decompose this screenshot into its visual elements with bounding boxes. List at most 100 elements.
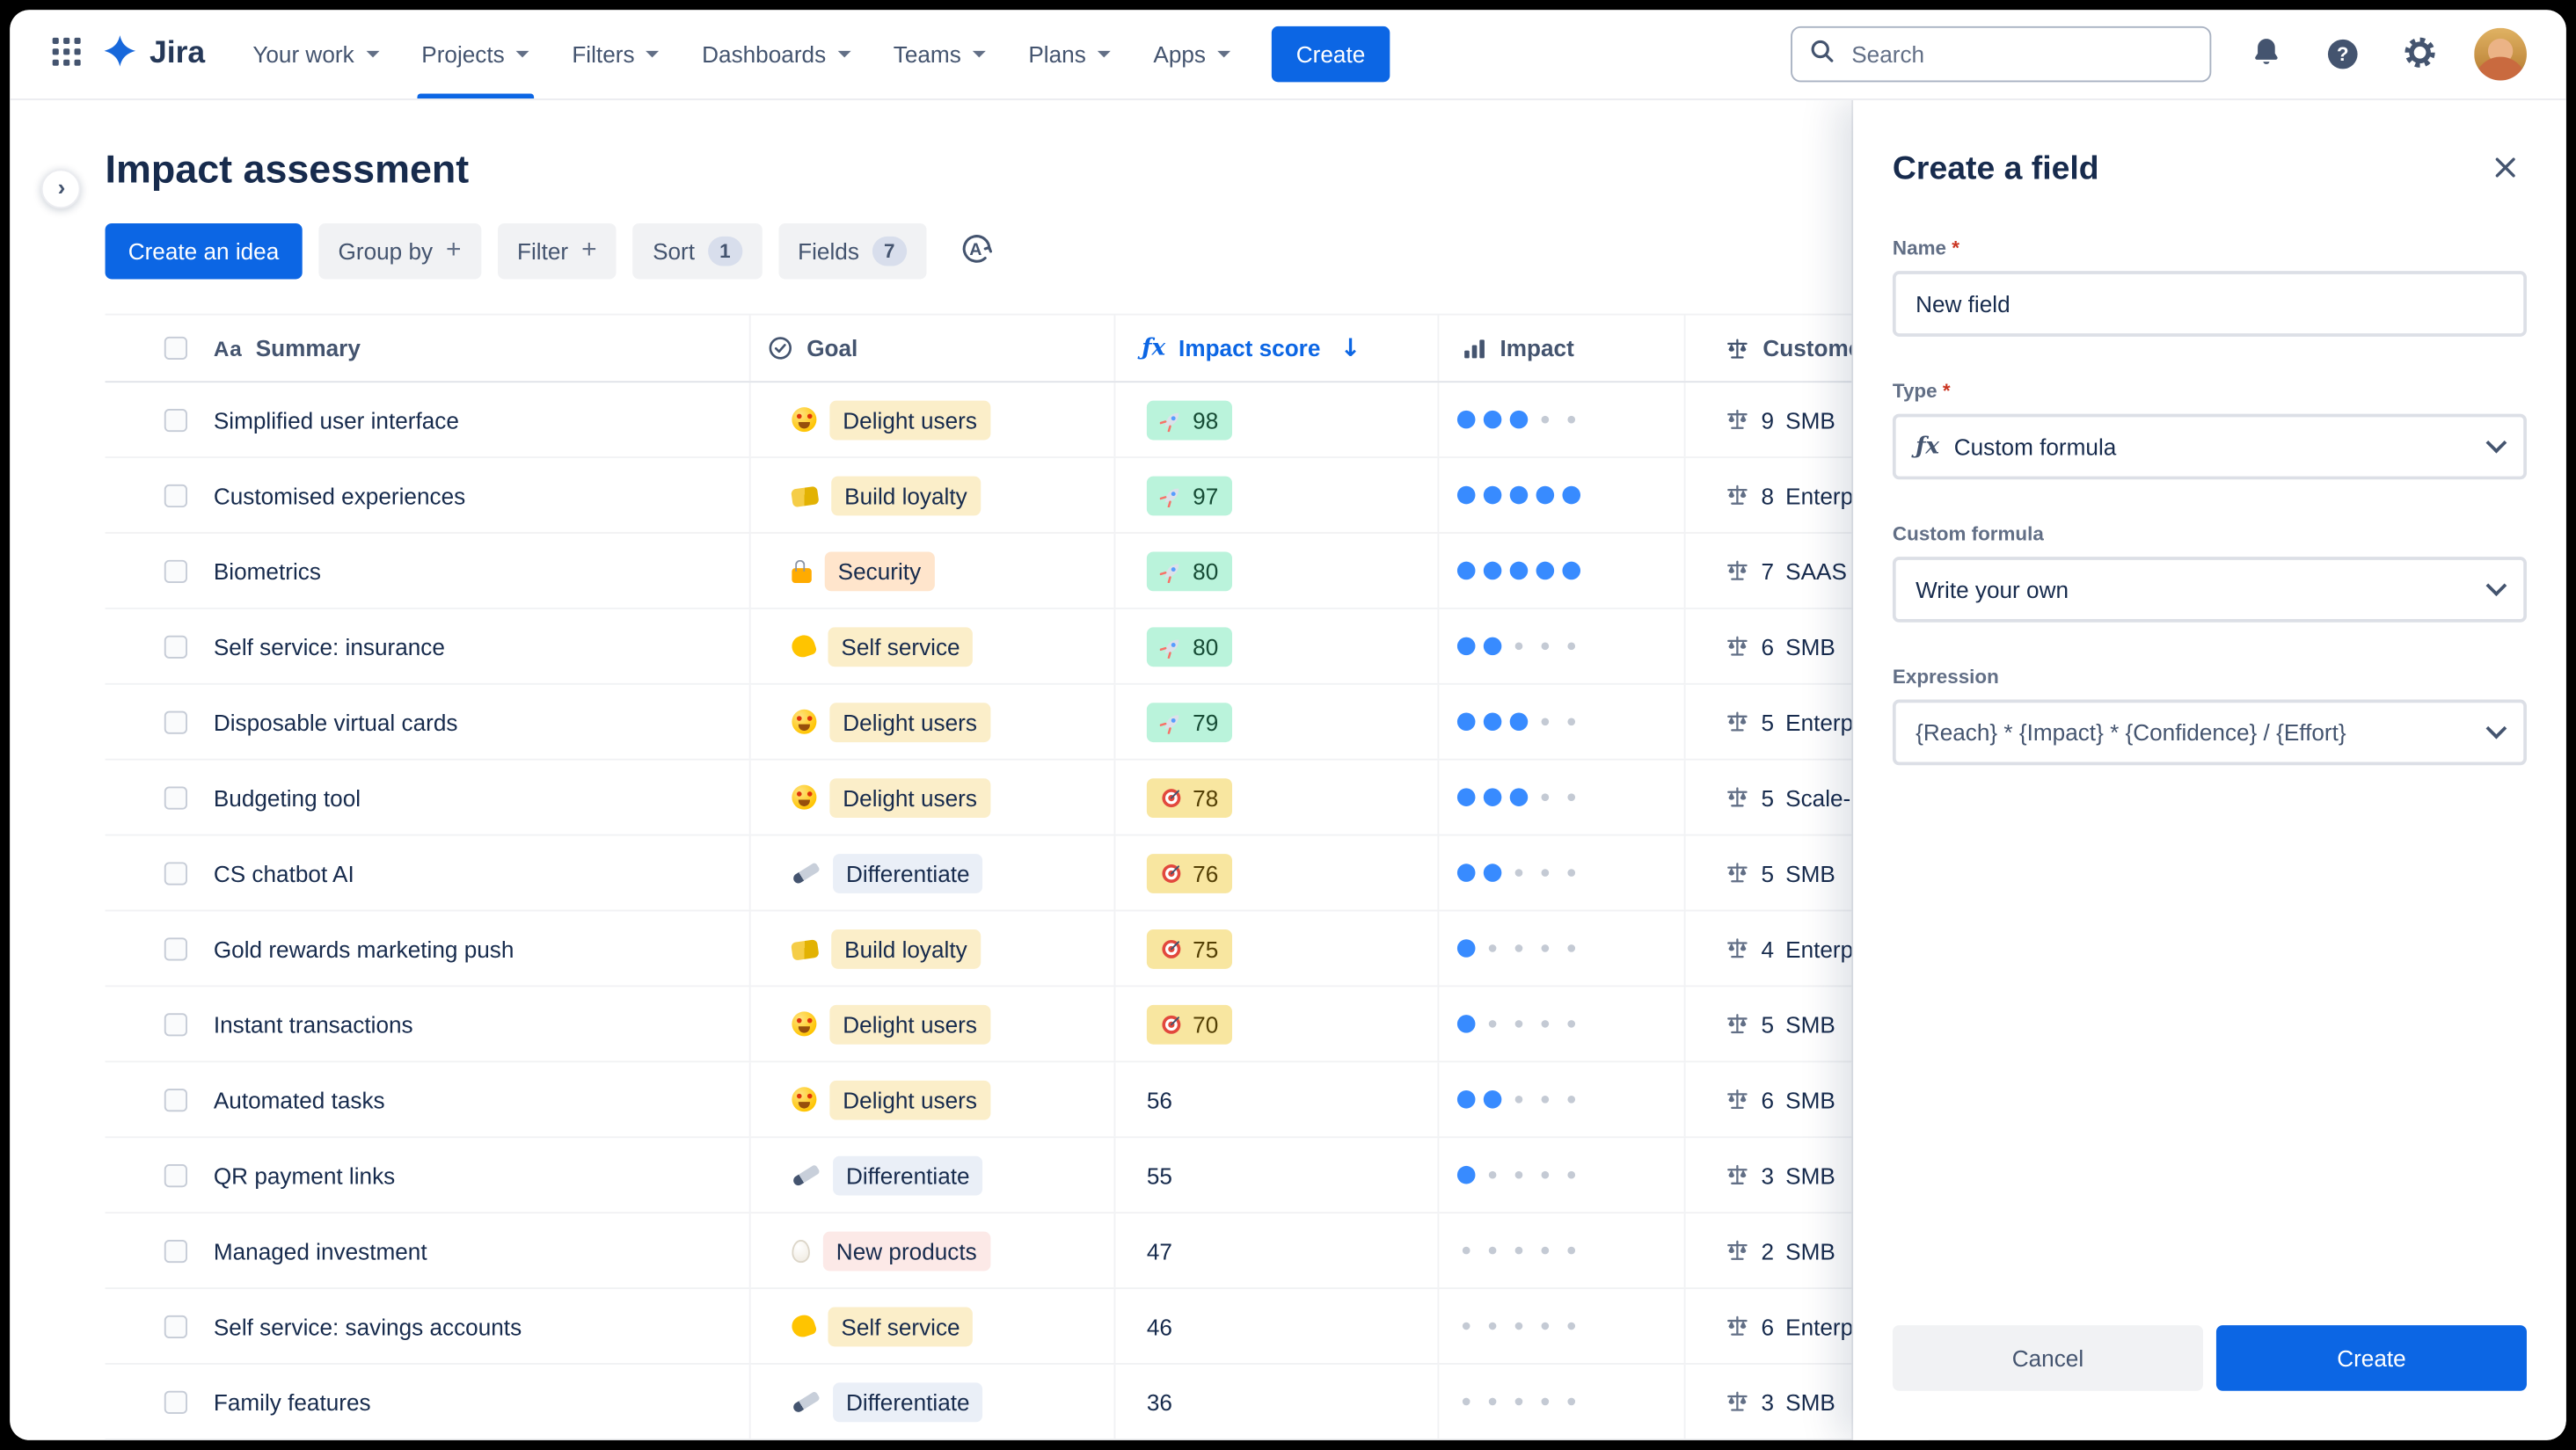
summary-cell[interactable]: Disposable virtual cards — [204, 685, 749, 759]
nav-item-projects[interactable]: Projects — [400, 10, 551, 99]
goal-cell[interactable]: New products — [748, 1213, 1114, 1288]
close-panel-button[interactable] — [2484, 146, 2527, 193]
impact-cell[interactable] — [1437, 760, 1684, 834]
row-checkbox[interactable] — [164, 710, 187, 733]
row-checkbox[interactable] — [164, 1239, 187, 1263]
impact-cell[interactable] — [1437, 608, 1684, 683]
goal-cell[interactable]: Delight users — [748, 684, 1114, 759]
goal-cell[interactable]: Differentiate — [748, 1138, 1114, 1213]
impact-cell[interactable] — [1437, 1062, 1684, 1137]
app-switcher-button[interactable] — [43, 31, 89, 77]
name-field-input[interactable] — [1892, 271, 2527, 337]
summary-cell[interactable]: QR payment links — [204, 1138, 749, 1212]
jira-logo[interactable]: Jira — [102, 32, 205, 76]
impact-score-cell[interactable]: 75 — [1113, 911, 1438, 986]
impact-cell[interactable] — [1437, 533, 1684, 608]
table-row[interactable]: Self service: insurance Self service 80 6 SM… — [105, 608, 1930, 685]
row-checkbox[interactable] — [164, 408, 187, 432]
impact-cell[interactable] — [1437, 684, 1684, 759]
select-all-checkbox[interactable] — [164, 336, 187, 360]
row-checkbox[interactable] — [164, 634, 187, 658]
impact-score-cell[interactable]: 80 — [1113, 533, 1438, 608]
summary-cell[interactable]: Instant transactions — [204, 987, 749, 1060]
table-row[interactable]: Biometrics Security 80 7 SAAS — [105, 533, 1930, 609]
goal-cell[interactable]: Build loyalty — [748, 911, 1114, 986]
row-checkbox[interactable] — [164, 1314, 187, 1338]
goal-cell[interactable]: Delight users — [748, 383, 1114, 457]
table-row[interactable]: Managed investment New products 47 2 SMB — [105, 1213, 1930, 1289]
global-create-button[interactable]: Create — [1271, 26, 1390, 83]
nav-item-teams[interactable]: Teams — [872, 10, 1007, 98]
row-checkbox[interactable] — [164, 483, 187, 507]
summary-cell[interactable]: Self service: savings accounts — [204, 1289, 749, 1363]
nav-item-filters[interactable]: Filters — [551, 10, 681, 98]
table-row[interactable]: Self service: savings accounts Self servi… — [105, 1288, 1930, 1365]
goal-cell[interactable]: Differentiate — [748, 835, 1114, 910]
type-select[interactable]: ƒx Custom formula — [1892, 413, 2527, 480]
help-button[interactable]: ? — [2320, 31, 2366, 77]
goal-cell[interactable]: Delight users — [748, 987, 1114, 1061]
impact-cell[interactable] — [1437, 1288, 1684, 1364]
nav-item-dashboards[interactable]: Dashboards — [681, 10, 872, 98]
header-cell-impact-score[interactable]: ƒx Impact score ↓ — [1113, 315, 1438, 382]
summary-cell[interactable]: Biometrics — [204, 534, 749, 608]
cancel-button[interactable]: Cancel — [1892, 1325, 2203, 1391]
header-cell-goal[interactable]: Goal — [748, 315, 1114, 382]
goal-cell[interactable]: Delight users — [748, 1062, 1114, 1137]
table-row[interactable]: CS chatbot AI Differentiate 76 5 SMB — [105, 835, 1930, 912]
impact-cell[interactable] — [1437, 835, 1684, 910]
create-field-button[interactable]: Create — [2215, 1325, 2527, 1391]
summary-cell[interactable]: Automated tasks — [204, 1062, 749, 1136]
impact-cell[interactable] — [1437, 383, 1684, 457]
impact-cell[interactable] — [1437, 458, 1684, 533]
goal-cell[interactable]: Delight users — [748, 760, 1114, 834]
summary-cell[interactable]: Gold rewards marketing push — [204, 911, 749, 985]
row-checkbox[interactable] — [164, 1088, 187, 1111]
group-by-button[interactable]: Group by + — [318, 222, 481, 280]
goal-cell[interactable]: Self service — [748, 608, 1114, 683]
goal-cell[interactable]: Security — [748, 533, 1114, 608]
nav-item-apps[interactable]: Apps — [1132, 10, 1252, 98]
expression-select[interactable]: {Reach} * {Impact} * {Confidence} / {Eff… — [1892, 699, 2527, 766]
impact-cell[interactable] — [1437, 987, 1684, 1061]
impact-score-cell[interactable]: 76 — [1113, 835, 1438, 910]
impact-score-cell[interactable]: 70 — [1113, 987, 1438, 1061]
impact-cell[interactable] — [1437, 911, 1684, 986]
table-row[interactable]: Budgeting tool Delight users 78 5 Scale-ups — [105, 760, 1930, 836]
impact-score-cell[interactable]: 36 — [1113, 1364, 1438, 1439]
table-row[interactable]: Gold rewards marketing push Build loyalty… — [105, 911, 1930, 987]
table-row[interactable]: Customised experiences Build loyalty 97 8 En… — [105, 458, 1930, 534]
goal-cell[interactable]: Build loyalty — [748, 458, 1114, 533]
table-row[interactable]: Simplified user interface Delight users 98… — [105, 383, 1930, 459]
filter-button[interactable]: Filter + — [497, 222, 617, 280]
impact-score-cell[interactable]: 80 — [1113, 608, 1438, 683]
impact-score-cell[interactable]: 55 — [1113, 1138, 1438, 1213]
impact-cell[interactable] — [1437, 1213, 1684, 1288]
create-idea-button[interactable]: Create an idea — [105, 222, 303, 280]
nav-item-your-work[interactable]: Your work — [231, 10, 400, 98]
fields-button[interactable]: Fields 7 — [777, 222, 926, 280]
search-input[interactable] — [1848, 39, 2193, 69]
settings-button[interactable] — [2397, 31, 2442, 77]
summary-cell[interactable]: Simplified user interface — [204, 383, 749, 456]
global-search[interactable] — [1791, 26, 2212, 83]
table-row[interactable]: Instant transactions Delight users 70 5 SMB — [105, 987, 1930, 1063]
impact-score-cell[interactable]: 79 — [1113, 684, 1438, 759]
table-row[interactable]: QR payment links Differentiate 55 3 SMB — [105, 1138, 1930, 1214]
user-avatar[interactable] — [2474, 27, 2527, 81]
summary-cell[interactable]: Self service: insurance — [204, 609, 749, 683]
row-checkbox[interactable] — [164, 1163, 187, 1187]
table-row[interactable]: Automated tasks Delight users 56 6 SMB — [105, 1062, 1930, 1139]
impact-score-cell[interactable]: 78 — [1113, 760, 1438, 834]
sort-button[interactable]: Sort 1 — [632, 222, 763, 280]
summary-cell[interactable]: Budgeting tool — [204, 761, 749, 834]
goal-cell[interactable]: Self service — [748, 1288, 1114, 1364]
impact-score-cell[interactable]: 47 — [1113, 1213, 1438, 1288]
impact-score-cell[interactable]: 46 — [1113, 1288, 1438, 1364]
custom-formula-select[interactable]: Write your own — [1892, 557, 2527, 623]
header-cell-impact[interactable]: Impact — [1437, 315, 1684, 382]
summary-cell[interactable]: CS chatbot AI — [204, 836, 749, 910]
table-row[interactable]: Family features Differentiate 36 3 SMB — [105, 1364, 1930, 1440]
summary-cell[interactable]: Customised experiences — [204, 458, 749, 532]
header-cell-summary[interactable]: Aa Summary — [204, 316, 749, 382]
